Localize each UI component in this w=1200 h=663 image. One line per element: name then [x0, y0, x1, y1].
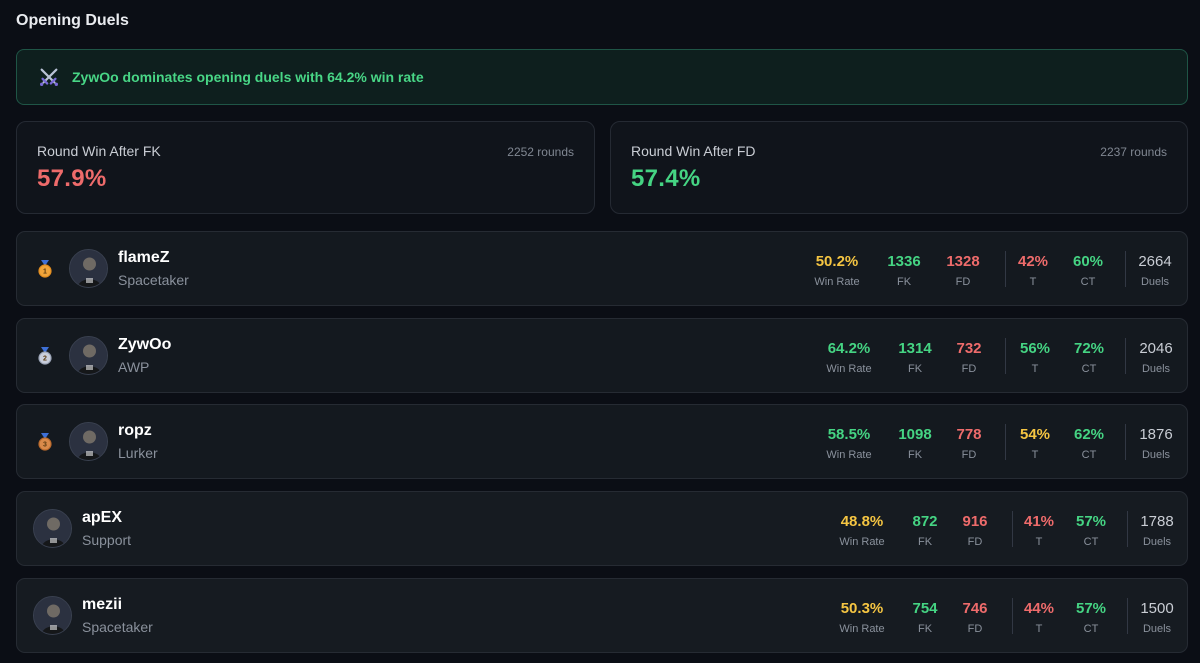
player-name: apEX [82, 509, 123, 526]
divider [1005, 251, 1006, 287]
divider [1005, 338, 1006, 374]
avatar [69, 422, 108, 461]
svg-text:3: 3 [43, 442, 47, 449]
avatar [33, 596, 72, 635]
player-row-mezii[interactable]: mezii Spacetaker 50.3% Win Rate 754 FK 746 FD 44… [16, 578, 1188, 653]
divider [1005, 424, 1006, 460]
player-row-ropz[interactable]: 3 ropz Lurker 58.5% Win Rate 1098 FK 778 FD 54% T 6… [16, 404, 1188, 479]
player-row-apex[interactable]: apEX Support 48.8% Win Rate 872 FK 916 FD 41% T 57… [16, 491, 1188, 566]
divider [1127, 511, 1128, 547]
duels-stat: 2046 Duels [1116, 340, 1196, 376]
duels-stat: 1788 Duels [1117, 513, 1197, 549]
duels-label: Duels [1140, 276, 1170, 288]
divider [1012, 511, 1013, 547]
duels-stat: 1500 Duels [1117, 600, 1197, 636]
opening-duels-panel: Opening Duels ZywOo dominates opening du… [0, 0, 1200, 663]
insight-banner: ZywOo dominates opening duels with 64.2%… [16, 49, 1188, 105]
silver-medal-icon: 2 [38, 347, 52, 365]
player-role: Lurker [118, 445, 158, 461]
player-role: Support [82, 532, 132, 548]
svg-text:2: 2 [43, 356, 47, 363]
gold-medal-icon: 1 [38, 260, 52, 278]
duels-label: Duels [1141, 363, 1171, 375]
fd-value: 1328 [946, 253, 980, 270]
player-name: mezii [82, 596, 123, 613]
divider [1125, 251, 1126, 287]
duels-label: Duels [1141, 449, 1171, 461]
round-win-after-fk-card: Round Win After FK 2252 rounds 57.9% [16, 121, 595, 214]
round-win-after-fk-label: Round Win After FK [37, 143, 161, 159]
bronze-medal-icon: 3 [38, 433, 52, 451]
duels-value: 1788 [1140, 513, 1174, 530]
divider [1125, 424, 1126, 460]
round-win-after-fk-rounds: 2252 rounds [507, 145, 574, 159]
duels-stat: 2664 Duels [1115, 253, 1195, 289]
crossed-swords-icon [40, 68, 58, 86]
duels-stat: 1876 Duels [1116, 426, 1196, 462]
player-role: Spacetaker [82, 619, 153, 635]
divider [1012, 598, 1013, 634]
insight-text: ZywOo dominates opening duels with 64.2%… [72, 69, 424, 85]
player-row-flamez[interactable]: 1 flameZ Spacetaker 50.2% Win Rate 1336 FK 1328… [16, 231, 1188, 306]
duels-value: 2046 [1139, 340, 1173, 357]
round-win-after-fd-value: 57.4% [631, 165, 701, 192]
svg-text:1: 1 [43, 269, 47, 276]
duels-label: Duels [1142, 623, 1172, 635]
player-role: AWP [118, 359, 150, 375]
divider [1127, 598, 1128, 634]
duels-value: 1500 [1140, 600, 1174, 617]
fd-label: FD [955, 276, 971, 288]
round-win-after-fd-card: Round Win After FD 2237 rounds 57.4% [610, 121, 1188, 214]
round-win-after-fk-value: 57.9% [37, 165, 107, 192]
duels-label: Duels [1142, 536, 1172, 548]
fd-stat: 1328 FD [923, 253, 1003, 289]
player-name: ZywOo [118, 336, 172, 353]
player-name: flameZ [118, 249, 170, 266]
player-role: Spacetaker [118, 272, 189, 288]
player-row-zywoo[interactable]: 2 ZywOo AWP 64.2% Win Rate 1314 FK 732 FD 56% T 72%… [16, 318, 1188, 393]
duels-value: 1876 [1139, 426, 1173, 443]
divider [1125, 338, 1126, 374]
page-title: Opening Duels [16, 12, 129, 29]
duels-value: 2664 [1138, 253, 1172, 270]
round-win-after-fd-rounds: 2237 rounds [1100, 145, 1167, 159]
round-win-after-fd-label: Round Win After FD [631, 143, 756, 159]
avatar [69, 336, 108, 375]
avatar [69, 249, 108, 288]
avatar [33, 509, 72, 548]
player-name: ropz [118, 422, 152, 439]
